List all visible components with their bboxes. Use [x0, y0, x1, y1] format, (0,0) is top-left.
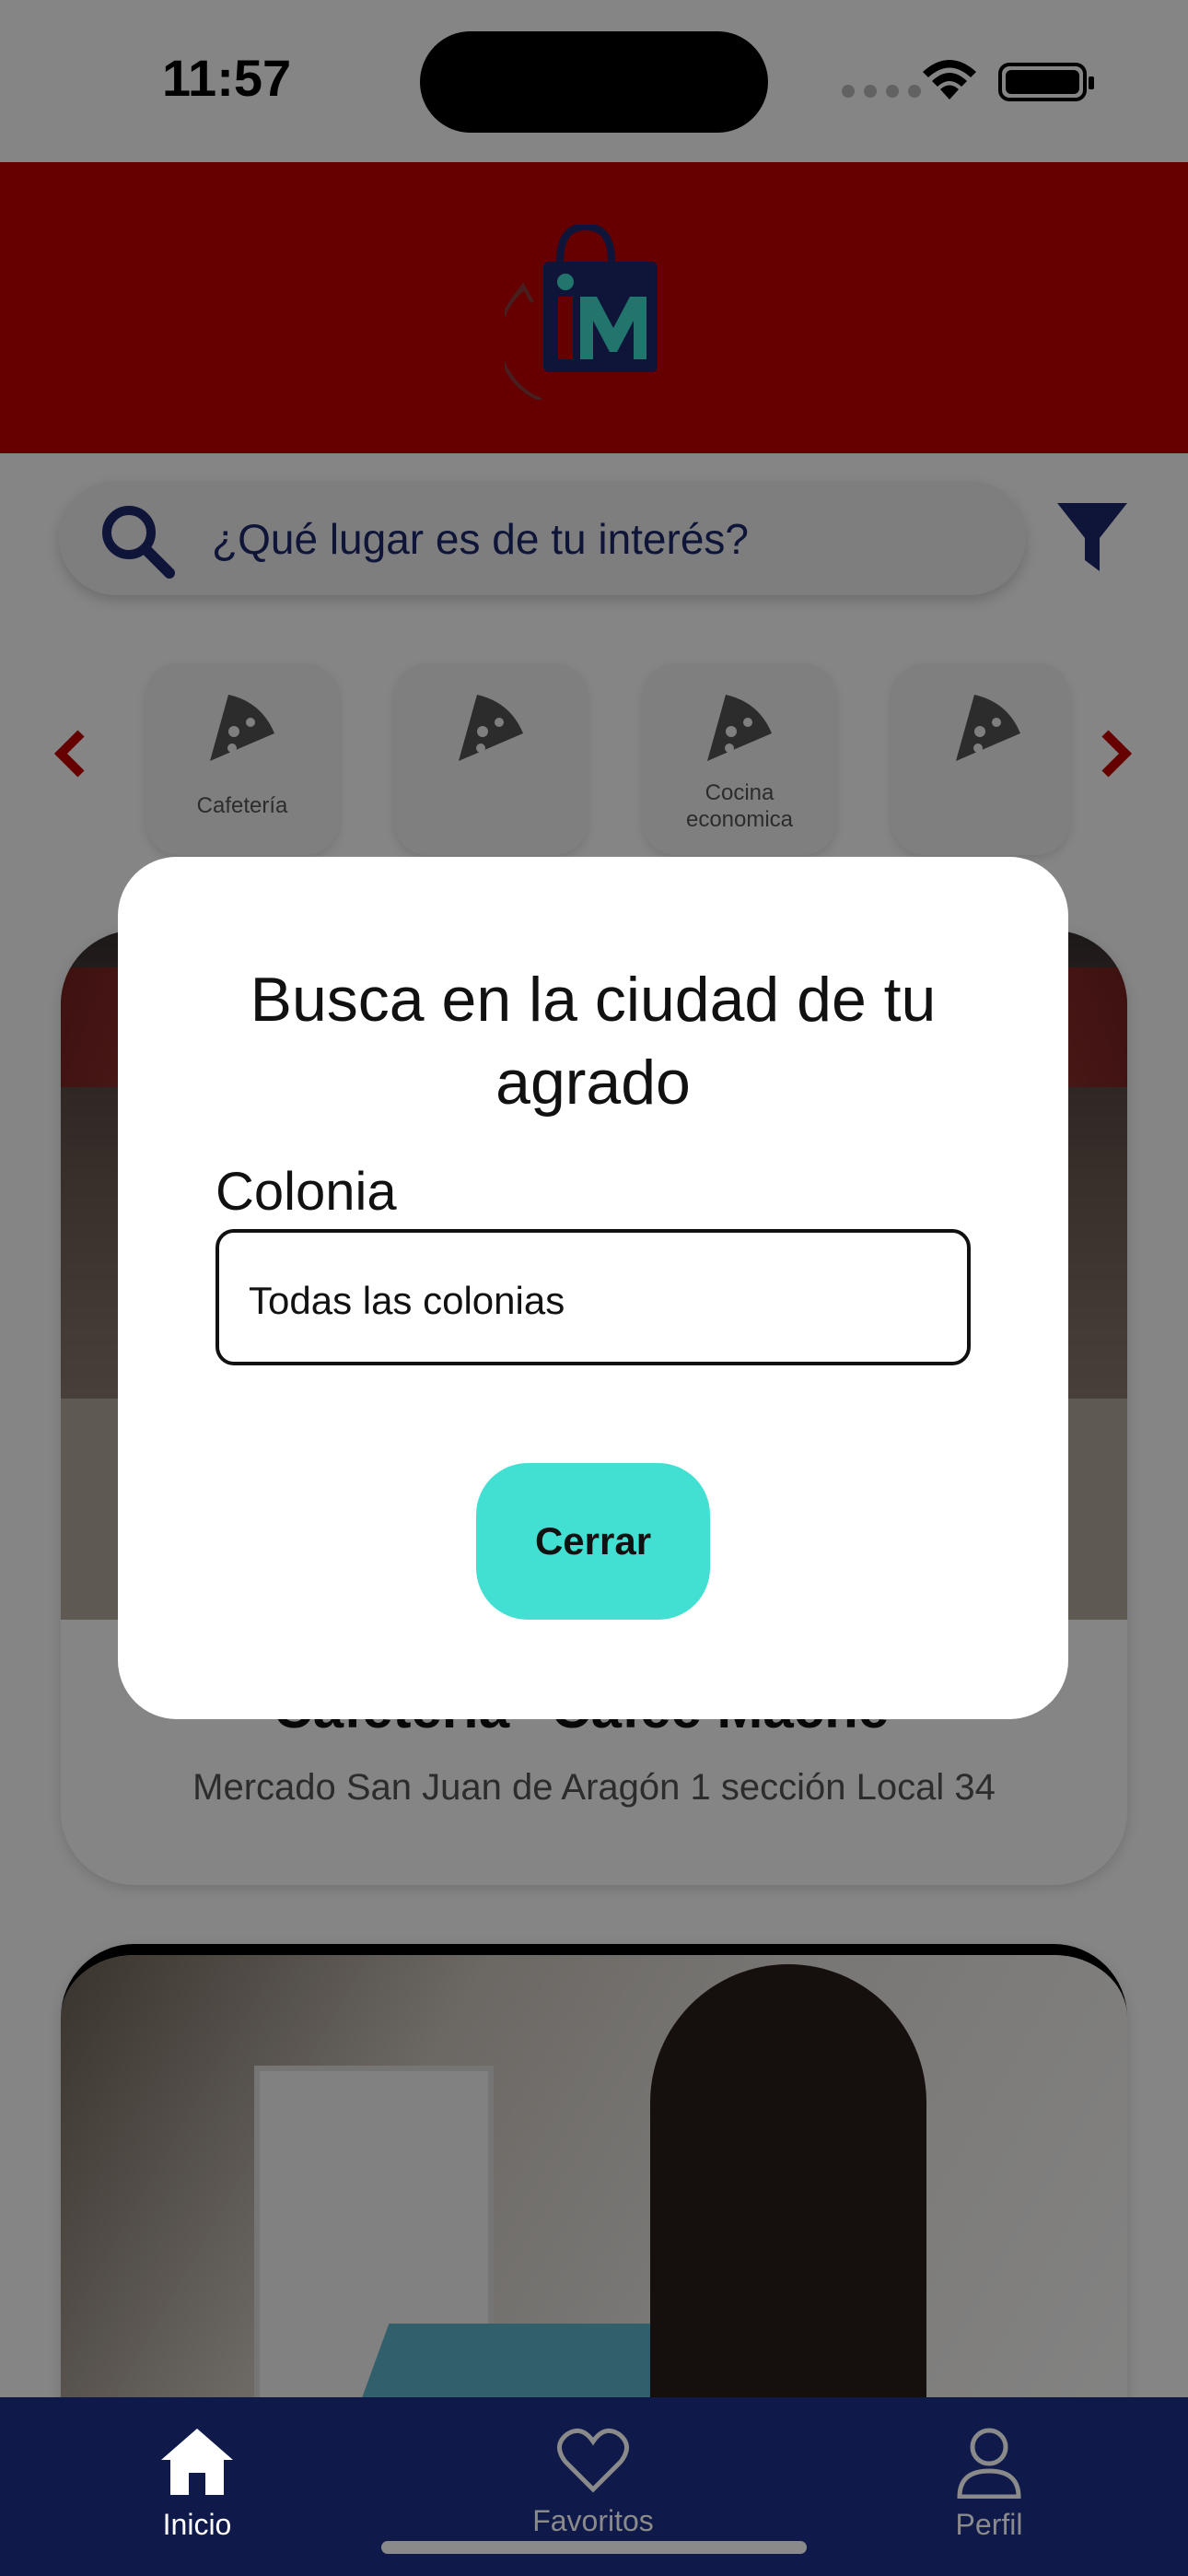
colonia-select[interactable]: Todas las colonias — [215, 1229, 971, 1365]
tab-label: Perfil — [955, 2508, 1023, 2541]
home-indicator — [381, 2541, 807, 2554]
tab-label: Inicio — [162, 2508, 232, 2541]
user-icon — [957, 2428, 1021, 2499]
city-filter-modal: Busca en la ciudad de tu agrado Colonia … — [118, 857, 1068, 1719]
home-icon — [161, 2429, 233, 2495]
tab-label: Favoritos — [532, 2504, 654, 2537]
modal-title: Busca en la ciudad de tu agrado — [250, 965, 937, 1118]
heart-icon — [557, 2428, 629, 2493]
tab-inicio[interactable]: Inicio — [77, 2425, 317, 2563]
tab-perfil[interactable]: Perfil — [869, 2425, 1109, 2563]
colonia-label: Colonia — [215, 1162, 397, 1222]
colonia-value: Todas las colonias — [249, 1279, 565, 1322]
close-button[interactable]: Cerrar — [476, 1463, 710, 1620]
